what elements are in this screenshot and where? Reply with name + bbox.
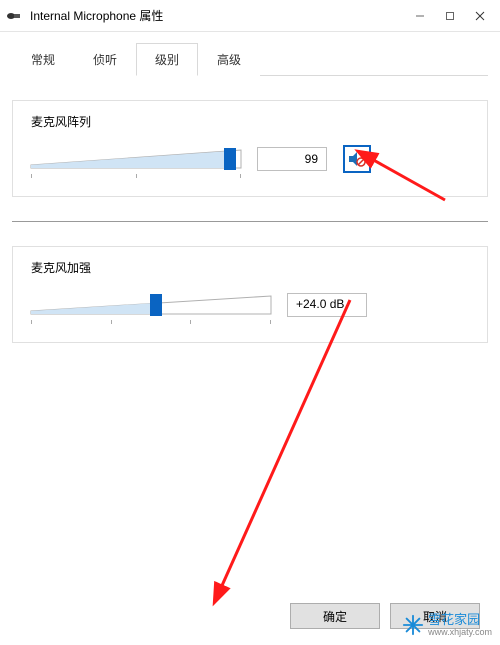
maximize-button[interactable] xyxy=(436,5,464,27)
mic-array-slider-thumb[interactable] xyxy=(224,148,236,170)
snowflake-icon xyxy=(402,614,424,636)
mic-boost-slider-thumb[interactable] xyxy=(150,294,162,316)
tab-advanced[interactable]: 高级 xyxy=(198,43,260,76)
mute-button[interactable] xyxy=(343,145,371,173)
mic-boost-row: +24.0 dB xyxy=(31,290,469,320)
mic-boost-label: 麦克风加强 xyxy=(31,259,469,276)
mic-array-label: 麦克风阵列 xyxy=(31,113,469,130)
watermark: 雪花家园 www.xhjaty.com xyxy=(402,613,492,637)
mic-boost-value: +24.0 dB xyxy=(287,293,367,317)
tab-levels[interactable]: 级别 xyxy=(136,43,198,76)
watermark-name: 雪花家园 xyxy=(428,613,492,627)
microphone-icon xyxy=(6,10,22,22)
mic-array-row xyxy=(31,144,469,174)
tab-strip: 常规 侦听 级别 高级 xyxy=(12,42,488,76)
window-title: Internal Microphone 属性 xyxy=(30,7,406,24)
mic-boost-slider[interactable] xyxy=(31,290,271,320)
titlebar: Internal Microphone 属性 xyxy=(0,0,500,32)
tab-listen[interactable]: 侦听 xyxy=(74,43,136,76)
content-area: 常规 侦听 级别 高级 麦克风阵列 xyxy=(0,32,500,353)
minimize-button[interactable] xyxy=(406,5,434,27)
watermark-url: www.xhjaty.com xyxy=(428,627,492,637)
divider xyxy=(12,221,488,222)
close-button[interactable] xyxy=(466,5,494,27)
ok-button[interactable]: 确定 xyxy=(290,603,380,629)
window-controls xyxy=(406,5,494,27)
mic-array-section: 麦克风阵列 xyxy=(12,100,488,197)
mic-array-value[interactable] xyxy=(257,147,327,171)
mic-boost-section: 麦克风加强 +24.0 dB xyxy=(12,246,488,343)
mic-array-slider[interactable] xyxy=(31,144,241,174)
tab-general[interactable]: 常规 xyxy=(12,43,74,76)
